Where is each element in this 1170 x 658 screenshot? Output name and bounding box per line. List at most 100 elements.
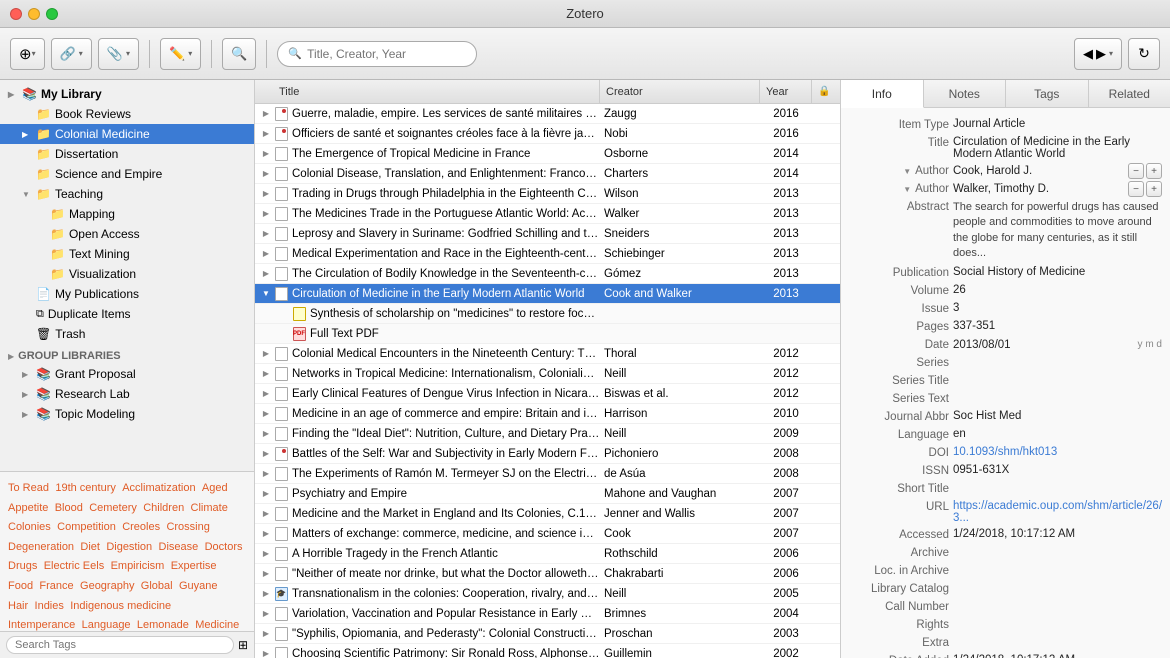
table-row[interactable]: ▶Leprosy and Slavery in Suriname: Godfri… <box>255 224 840 244</box>
tag-item[interactable]: Global <box>141 580 173 592</box>
row-title[interactable]: Transnationalism in the colonies: Cooper… <box>292 588 600 600</box>
creator-col-header[interactable]: Creator <box>600 80 760 103</box>
tag-item[interactable]: France <box>39 580 73 592</box>
author1-collapse-icon[interactable]: ▼ <box>903 167 911 176</box>
row-title[interactable]: Variolation, Vaccination and Popular Res… <box>292 608 600 620</box>
expand-row-arrow[interactable]: ▶ <box>259 569 273 578</box>
tag-item[interactable]: Indigenous medicine <box>70 600 171 612</box>
sidebar-item-grant-proposal[interactable]: ▶ 📚 Grant Proposal <box>0 364 254 384</box>
row-title[interactable]: Finding the "Ideal Diet": Nutrition, Cul… <box>292 428 600 440</box>
row-title[interactable]: Battles of the Self: War and Subjectivit… <box>292 448 600 460</box>
short-title-value[interactable] <box>953 482 1162 496</box>
search-box[interactable]: 🔍 <box>277 41 477 67</box>
author1-value[interactable]: Cook, Harold J. <box>953 165 1124 177</box>
abstract-value[interactable]: The search for powerful drugs has caused… <box>953 200 1162 262</box>
archive-value[interactable] <box>953 546 1162 560</box>
table-row[interactable]: ▶ The Emergence of Tropical Medicine in F… <box>255 144 840 164</box>
author2-plus-btn[interactable]: + <box>1146 181 1162 197</box>
series-text-value[interactable] <box>953 392 1162 406</box>
row-title[interactable]: Guerre, maladie, empire. Les services de… <box>292 108 600 120</box>
expand-row-arrow[interactable]: ▶ <box>259 529 273 538</box>
expand-row-arrow[interactable]: ▶ <box>259 349 273 358</box>
row-title[interactable]: The Medicines Trade in the Portuguese At… <box>292 208 600 220</box>
add-item-button[interactable]: ⊕ ▾ <box>10 38 45 70</box>
sidebar-item-teaching[interactable]: ▼ 📁 Teaching <box>0 184 254 204</box>
tag-item[interactable]: Food <box>8 580 33 592</box>
row-title[interactable]: Medicine and the Market in England and I… <box>292 508 600 520</box>
sidebar-item-science-and-empire[interactable]: 📁 Science and Empire <box>0 164 254 184</box>
expand-row-arrow[interactable]: ▶ <box>259 409 273 418</box>
expand-row-arrow[interactable]: ▶ <box>259 469 273 478</box>
row-title[interactable]: Leprosy and Slavery in Suriname: Godfrie… <box>292 228 600 240</box>
author1-plus-btn[interactable]: + <box>1146 163 1162 179</box>
table-row[interactable]: PDFFull Text PDF <box>255 324 840 344</box>
library-catalog-value[interactable] <box>953 582 1162 596</box>
doi-value[interactable]: 10.1093/shm/hkt013 <box>953 446 1162 460</box>
tag-item[interactable]: Indies <box>35 600 64 612</box>
extra-value[interactable] <box>953 636 1162 650</box>
table-row[interactable]: ▶ Medicine and the Market in England and … <box>255 504 840 524</box>
tag-item[interactable]: Doctors <box>205 541 243 553</box>
row-title[interactable]: Colonial Medical Encounters in the Ninet… <box>292 348 600 360</box>
table-row[interactable]: ▶ Networks in Tropical Medicine: Internat… <box>255 364 840 384</box>
author1-minus-btn[interactable]: − <box>1128 163 1144 179</box>
sidebar-item-my-publications[interactable]: 📄 My Publications <box>0 284 254 304</box>
expand-row-arrow[interactable]: ▶ <box>259 189 273 198</box>
journal-abbr-value[interactable]: Soc Hist Med <box>953 410 1162 424</box>
table-row[interactable]: ▶Medicine in an age of commerce and empi… <box>255 404 840 424</box>
tag-item[interactable]: Creoles <box>122 521 160 533</box>
expand-row-arrow[interactable]: ▶ <box>259 169 273 178</box>
tag-item[interactable]: Diet <box>80 541 100 553</box>
tag-item[interactable]: Acclimatization <box>122 482 195 494</box>
tag-item[interactable]: Expertise <box>171 560 217 572</box>
table-row[interactable]: ▶ The Medicines Trade in the Portuguese A… <box>255 204 840 224</box>
tag-item[interactable]: Appetite <box>8 502 48 514</box>
row-title[interactable]: Networks in Tropical Medicine: Internati… <box>292 368 600 380</box>
row-title[interactable]: The Experiments of Ramón M. Termeyer SJ … <box>292 468 600 480</box>
row-title[interactable]: A Horrible Tragedy in the French Atlanti… <box>292 548 600 560</box>
tab-notes[interactable]: Notes <box>924 80 1007 107</box>
row-title[interactable]: Circulation of Medicine in the Early Mod… <box>292 288 600 300</box>
minimize-button[interactable] <box>28 8 40 20</box>
sidebar-item-trash[interactable]: 🗑 Trash <box>0 324 254 344</box>
item-type-value[interactable]: Journal Article <box>953 118 1162 132</box>
expand-row-arrow[interactable]: ▶ <box>259 589 273 598</box>
tag-item[interactable]: Climate <box>191 502 228 514</box>
table-row[interactable]: ▶Matters of exchange: commerce, medicine… <box>255 524 840 544</box>
expand-row-arrow[interactable]: ▶ <box>259 449 273 458</box>
table-row[interactable]: ▶ Colonial Disease, Translation, and Enli… <box>255 164 840 184</box>
row-title[interactable]: Early Clinical Features of Dengue Virus … <box>292 388 600 400</box>
row-title[interactable]: Full Text PDF <box>310 328 600 340</box>
tag-item[interactable]: 19th century <box>55 482 116 494</box>
author2-collapse-icon[interactable]: ▼ <box>903 185 911 194</box>
table-row[interactable]: ▼ Circulation of Medicine in the Early Mo… <box>255 284 840 304</box>
expand-row-arrow[interactable]: ▶ <box>259 369 273 378</box>
row-title[interactable]: Synthesis of scholarship on "medicines" … <box>310 308 600 320</box>
issn-value[interactable]: 0951-631X <box>953 464 1162 478</box>
table-row[interactable]: ▶Variolation, Vaccination and Popular Re… <box>255 604 840 624</box>
sidebar-item-visualization[interactable]: 📁 Visualization <box>0 264 254 284</box>
rights-value[interactable] <box>953 618 1162 632</box>
tab-info[interactable]: Info <box>841 80 924 108</box>
date-value[interactable]: 2013/08/01 <box>953 339 1134 351</box>
tag-item[interactable]: To Read <box>8 482 49 494</box>
expand-row-arrow[interactable]: ▼ <box>259 289 273 298</box>
expand-row-arrow[interactable]: ▶ <box>259 209 273 218</box>
row-title[interactable]: Colonial Disease, Translation, and Enlig… <box>292 168 600 180</box>
expand-row-arrow[interactable]: ▶ <box>259 269 273 278</box>
navigate-back-forward-button[interactable]: ◀ ▶ ▾ <box>1074 38 1122 70</box>
author2-value[interactable]: Walker, Timothy D. <box>953 183 1124 195</box>
expand-row-arrow[interactable]: ▶ <box>259 149 273 158</box>
row-title[interactable]: "Syphilis, Opiomania, and Pederasty": Co… <box>292 628 600 640</box>
tag-item[interactable]: Guyane <box>179 580 218 592</box>
url-value[interactable]: https://academic.oup.com/shm/article/26/… <box>953 500 1162 524</box>
expand-row-arrow[interactable]: ▶ <box>259 629 273 638</box>
tag-item[interactable]: Blood <box>55 502 83 514</box>
call-number-value[interactable] <box>953 600 1162 614</box>
sidebar-item-text-mining[interactable]: 📁 Text Mining <box>0 244 254 264</box>
row-title[interactable]: Trading in Drugs through Philadelphia in… <box>292 188 600 200</box>
row-title[interactable]: The Emergence of Tropical Medicine in Fr… <box>292 148 600 160</box>
tag-item[interactable]: Digestion <box>106 541 152 553</box>
sidebar-item-duplicate-items[interactable]: ⧉ Duplicate Items <box>0 304 254 324</box>
expand-row-arrow[interactable]: ▶ <box>259 509 273 518</box>
